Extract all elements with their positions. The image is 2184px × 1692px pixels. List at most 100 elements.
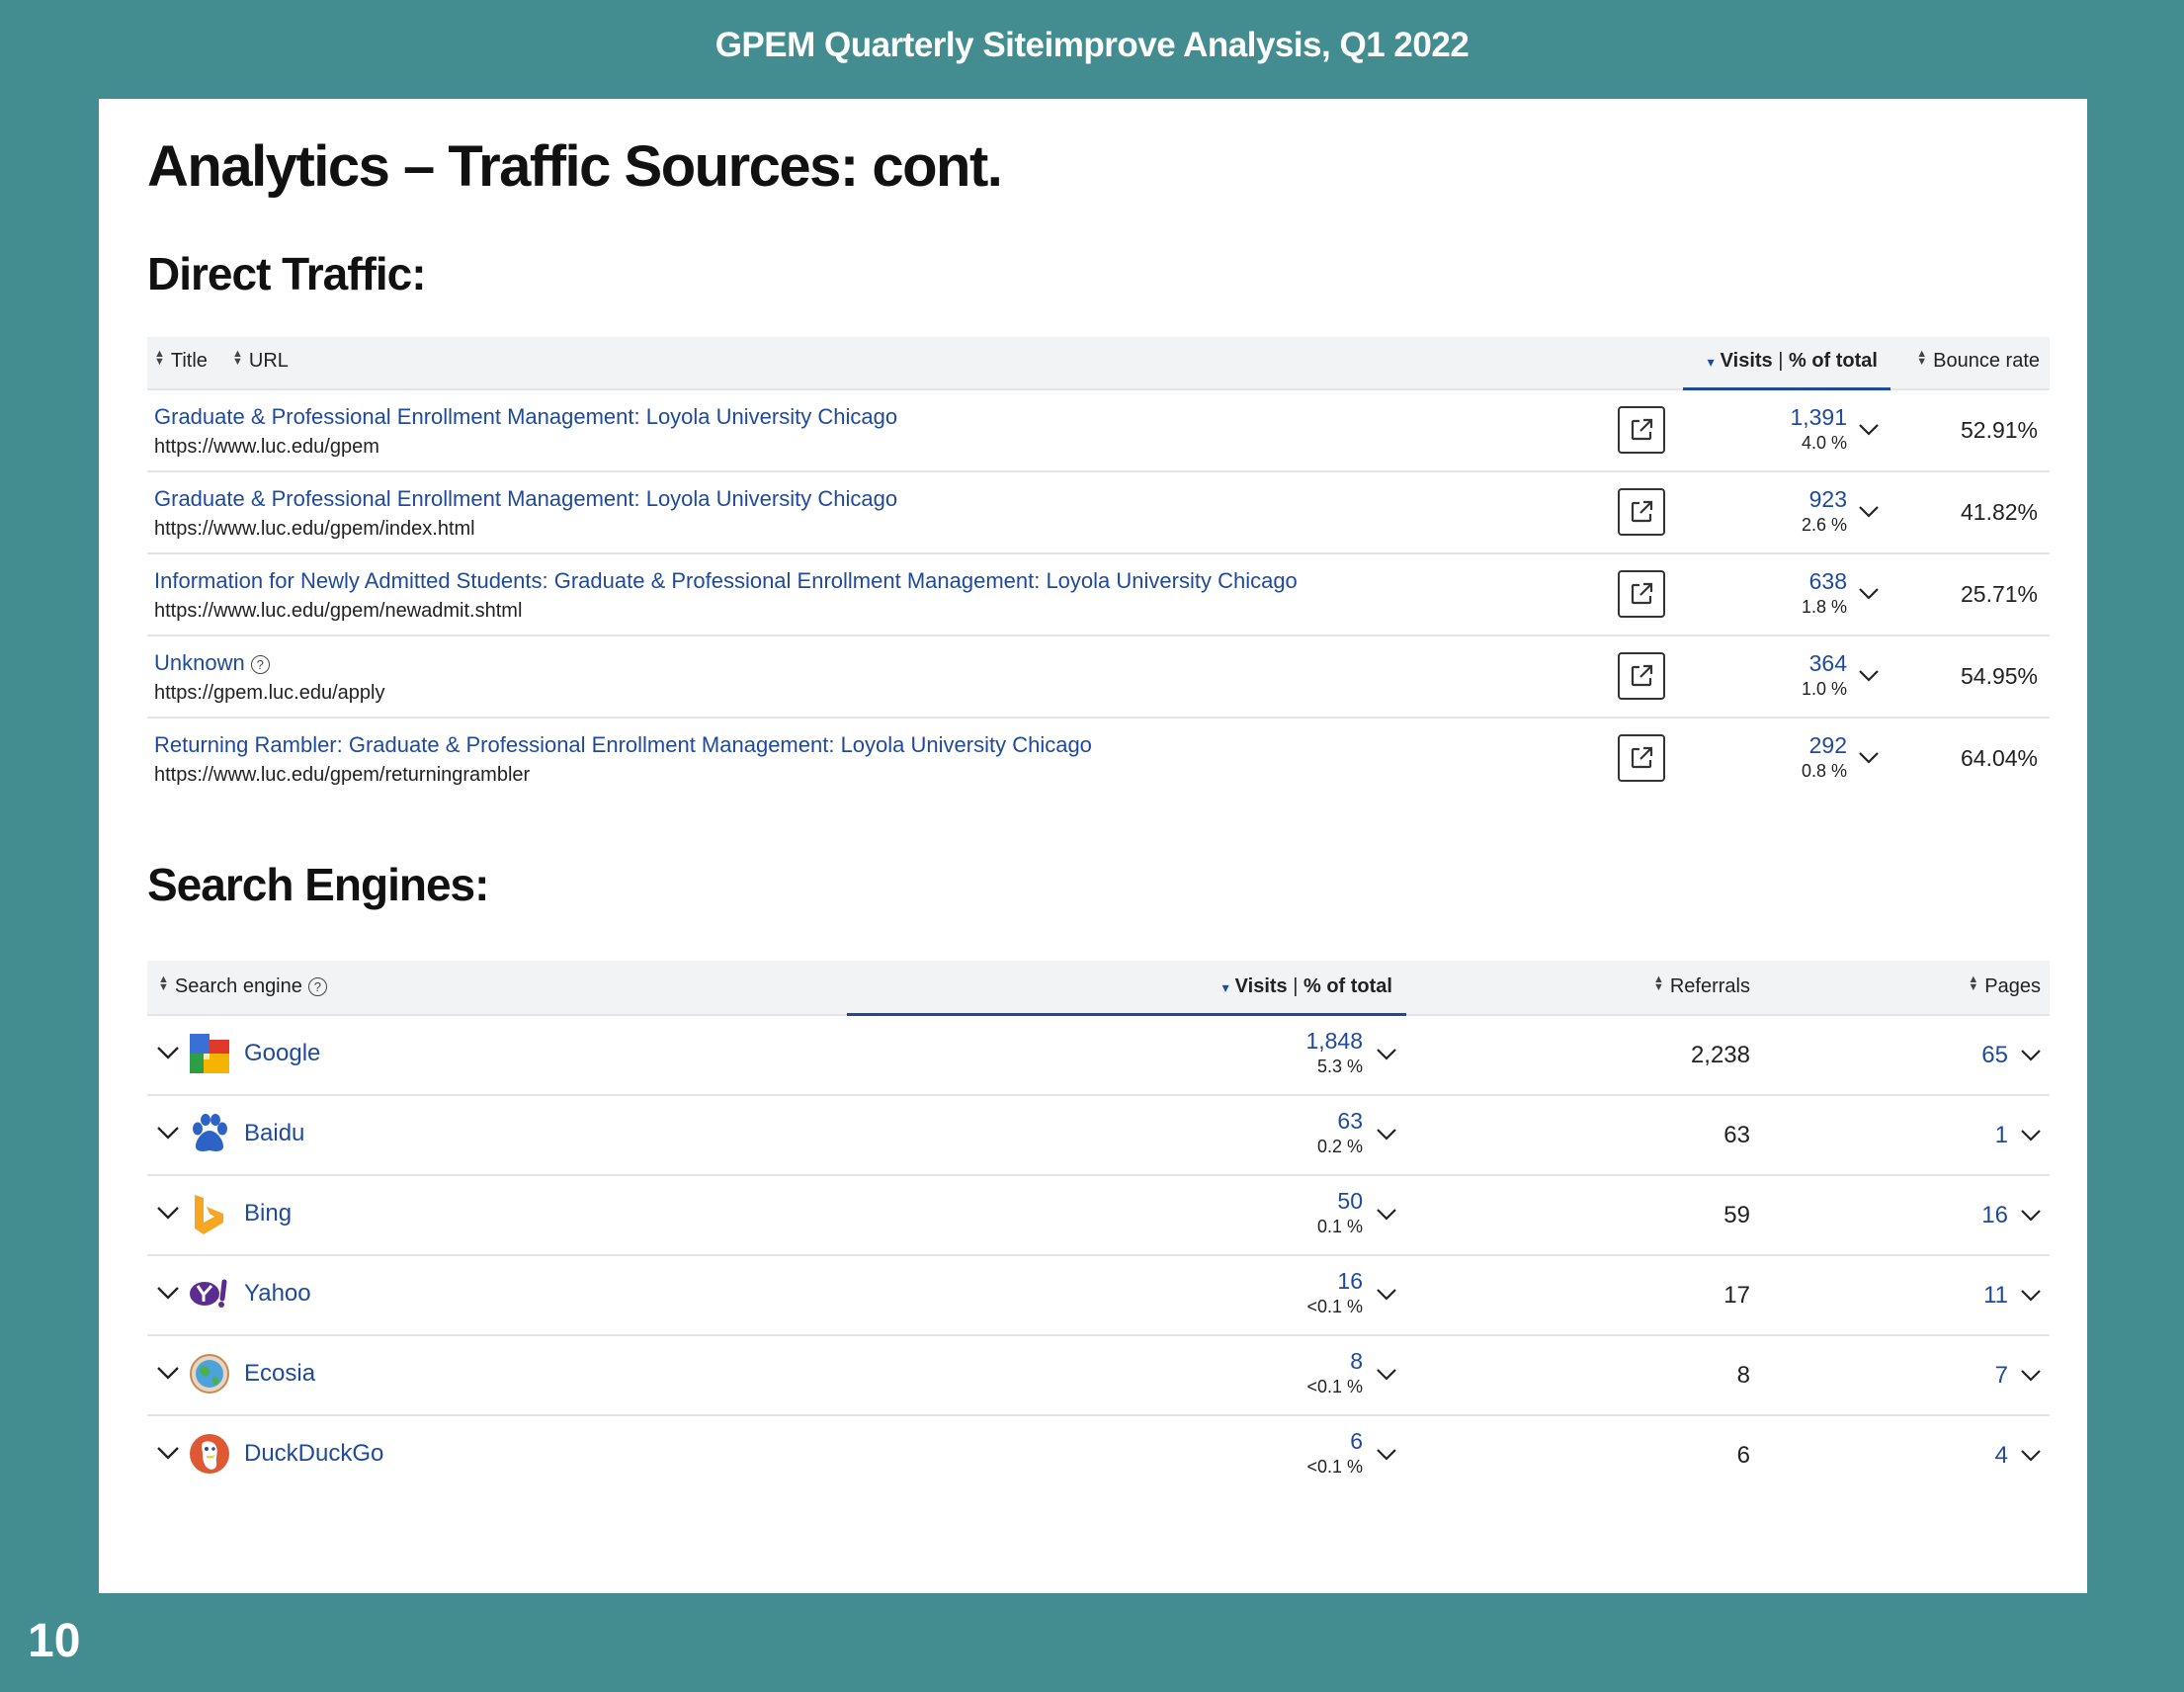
bing-logo-icon (195, 1195, 223, 1234)
page-title-link[interactable]: Information for Newly Admitted Students:… (154, 568, 1298, 594)
expand-chevron-icon[interactable] (156, 1206, 180, 1221)
open-external-button[interactable] (1618, 488, 1665, 536)
open-external-button[interactable] (1618, 406, 1665, 454)
sort-visits-header[interactable]: ▾ Visits | % of total (1708, 350, 1878, 373)
visits-cell[interactable]: 638 1.8 % (1802, 568, 1847, 618)
sort-bounce-header[interactable]: ▲ ▼ Bounce rate (1916, 348, 2040, 373)
pages-count[interactable]: 65 (1981, 1042, 2008, 1069)
search-engine-name[interactable]: Ecosia (244, 1360, 315, 1388)
visits-count: 50 (1337, 1188, 1363, 1214)
chevron-down-icon[interactable] (1376, 1368, 1397, 1382)
visits-percent: <0.1 % (1306, 1297, 1363, 1316)
sort-icon: ▲ ▼ (1968, 973, 1979, 993)
referrals-count: 17 (1723, 1282, 1750, 1309)
table-row: Graduate & Professional Enrollment Manag… (147, 472, 2050, 554)
page-title-link[interactable]: Unknown? (154, 650, 270, 676)
visits-count: 6 (1350, 1428, 1363, 1454)
ecosia-globe-icon (190, 1354, 229, 1394)
chevron-down-icon[interactable] (1376, 1128, 1397, 1142)
expand-chevron-icon[interactable] (156, 1126, 180, 1141)
chevron-down-icon[interactable] (1858, 669, 1880, 683)
visits-percent: 0.1 % (1316, 1217, 1363, 1236)
expand-chevron-icon[interactable] (156, 1286, 180, 1301)
page-title-link[interactable]: Graduate & Professional Enrollment Manag… (154, 404, 897, 430)
visits-cell[interactable]: 8 <0.1 % (1306, 1348, 1363, 1397)
page-title-link[interactable]: Returning Rambler: Graduate & Profession… (154, 732, 1092, 758)
search-engine-name[interactable]: Yahoo (244, 1280, 311, 1308)
page-url: https://gpem.luc.edu/apply (154, 682, 385, 704)
visits-cell[interactable]: 1,391 4.0 % (1790, 404, 1847, 454)
visits-percent: <0.1 % (1306, 1377, 1363, 1396)
visits-percent: 1.8 % (1801, 597, 1847, 617)
content-card: Analytics – Traffic Sources: cont. Direc… (99, 99, 2087, 1593)
visits-cell[interactable]: 1,848 5.3 % (1305, 1028, 1363, 1077)
sort-descending-icon: ▾ (1707, 354, 1715, 370)
visits-count: 364 (1808, 650, 1847, 676)
chevron-down-icon[interactable] (2020, 1209, 2042, 1223)
chevron-down-icon[interactable] (1858, 751, 1880, 765)
visits-cell[interactable]: 364 1.0 % (1802, 650, 1847, 700)
external-link-icon (1631, 746, 1653, 769)
search-engine-name[interactable]: DuckDuckGo (244, 1440, 383, 1468)
search-engine-name[interactable]: Google (244, 1040, 320, 1067)
sort-icon: ▲ ▼ (1652, 973, 1664, 993)
page-url: https://www.luc.edu/gpem/newadmit.shtml (154, 600, 523, 622)
visits-percent: 2.6 % (1801, 515, 1847, 535)
pages-count[interactable]: 1 (1995, 1122, 2008, 1149)
visits-cell[interactable]: 923 2.6 % (1802, 486, 1847, 536)
chevron-down-icon[interactable] (1858, 587, 1880, 601)
visits-percent: 4.0 % (1801, 433, 1847, 453)
page-number: 10 (28, 1615, 81, 1667)
visits-cell[interactable]: 16 <0.1 % (1306, 1268, 1363, 1317)
open-external-button[interactable] (1618, 734, 1665, 782)
visits-count: 1,848 (1305, 1028, 1363, 1054)
visits-count: 923 (1808, 486, 1847, 512)
table-row: Ecosia 8 <0.1 % 8 7 (147, 1336, 2050, 1416)
chevron-down-icon[interactable] (2020, 1129, 2042, 1142)
table-header: ▲ ▼ Title ▲ ▼ URL ▾ Visits | % of total ▲ ▼ Bou… (147, 337, 2050, 390)
visits-cell[interactable]: 50 0.1 % (1317, 1188, 1363, 1237)
sort-url-header[interactable]: ▲ ▼ URL (232, 349, 289, 373)
bounce-rate: 52.91% (1960, 417, 2038, 443)
pages-count[interactable]: 7 (1995, 1362, 2008, 1390)
expand-chevron-icon[interactable] (156, 1366, 180, 1381)
visits-cell[interactable]: 63 0.2 % (1317, 1108, 1363, 1157)
search-engine-name[interactable]: Bing (244, 1200, 292, 1227)
chevron-down-icon[interactable] (2020, 1289, 2042, 1303)
sort-visits-header[interactable]: ▾ Visits | % of total (1222, 975, 1392, 998)
bounce-rate: 64.04% (1960, 745, 2038, 771)
chevron-down-icon[interactable] (1376, 1448, 1397, 1462)
chevron-down-icon[interactable] (1376, 1208, 1397, 1222)
sort-pages-header[interactable]: ▲ ▼ Pages (1968, 973, 2041, 998)
sort-engine-header[interactable]: ▲ ▼ Search engine? (158, 974, 327, 998)
visits-cell[interactable]: 292 0.8 % (1802, 732, 1847, 782)
page-title-link[interactable]: Graduate & Professional Enrollment Manag… (154, 486, 897, 512)
chevron-down-icon[interactable] (1376, 1048, 1397, 1061)
help-icon[interactable]: ? (307, 977, 327, 996)
open-external-button[interactable] (1618, 652, 1665, 700)
page-url: https://www.luc.edu/gpem (154, 436, 379, 458)
chevron-down-icon[interactable] (2020, 1369, 2042, 1383)
help-icon[interactable]: ? (250, 655, 270, 674)
visits-percent: 0.8 % (1801, 761, 1847, 781)
visits-count: 1,391 (1790, 404, 1847, 430)
chevron-down-icon[interactable] (2020, 1449, 2042, 1463)
chevron-down-icon[interactable] (1858, 423, 1880, 437)
chevron-down-icon[interactable] (1858, 505, 1880, 519)
chevron-down-icon[interactable] (1376, 1288, 1397, 1302)
expand-chevron-icon[interactable] (156, 1446, 180, 1461)
pages-count[interactable]: 16 (1981, 1202, 2008, 1229)
sort-icon: ▲ ▼ (154, 348, 165, 368)
sort-title-header[interactable]: ▲ ▼ Title (154, 348, 208, 373)
sort-icon: ▲ ▼ (1916, 348, 1928, 368)
referrals-count: 8 (1736, 1362, 1750, 1389)
chevron-down-icon[interactable] (2020, 1049, 2042, 1062)
pages-count[interactable]: 4 (1995, 1442, 2008, 1470)
expand-chevron-icon[interactable] (156, 1046, 180, 1060)
sort-referrals-header[interactable]: ▲ ▼ Referrals (1652, 973, 1750, 998)
pages-count[interactable]: 11 (1983, 1282, 2008, 1310)
visits-cell[interactable]: 6 <0.1 % (1306, 1428, 1363, 1478)
table-row: Bing 50 0.1 % 59 16 (147, 1176, 2050, 1256)
open-external-button[interactable] (1618, 570, 1665, 618)
search-engine-name[interactable]: Baidu (244, 1120, 304, 1147)
